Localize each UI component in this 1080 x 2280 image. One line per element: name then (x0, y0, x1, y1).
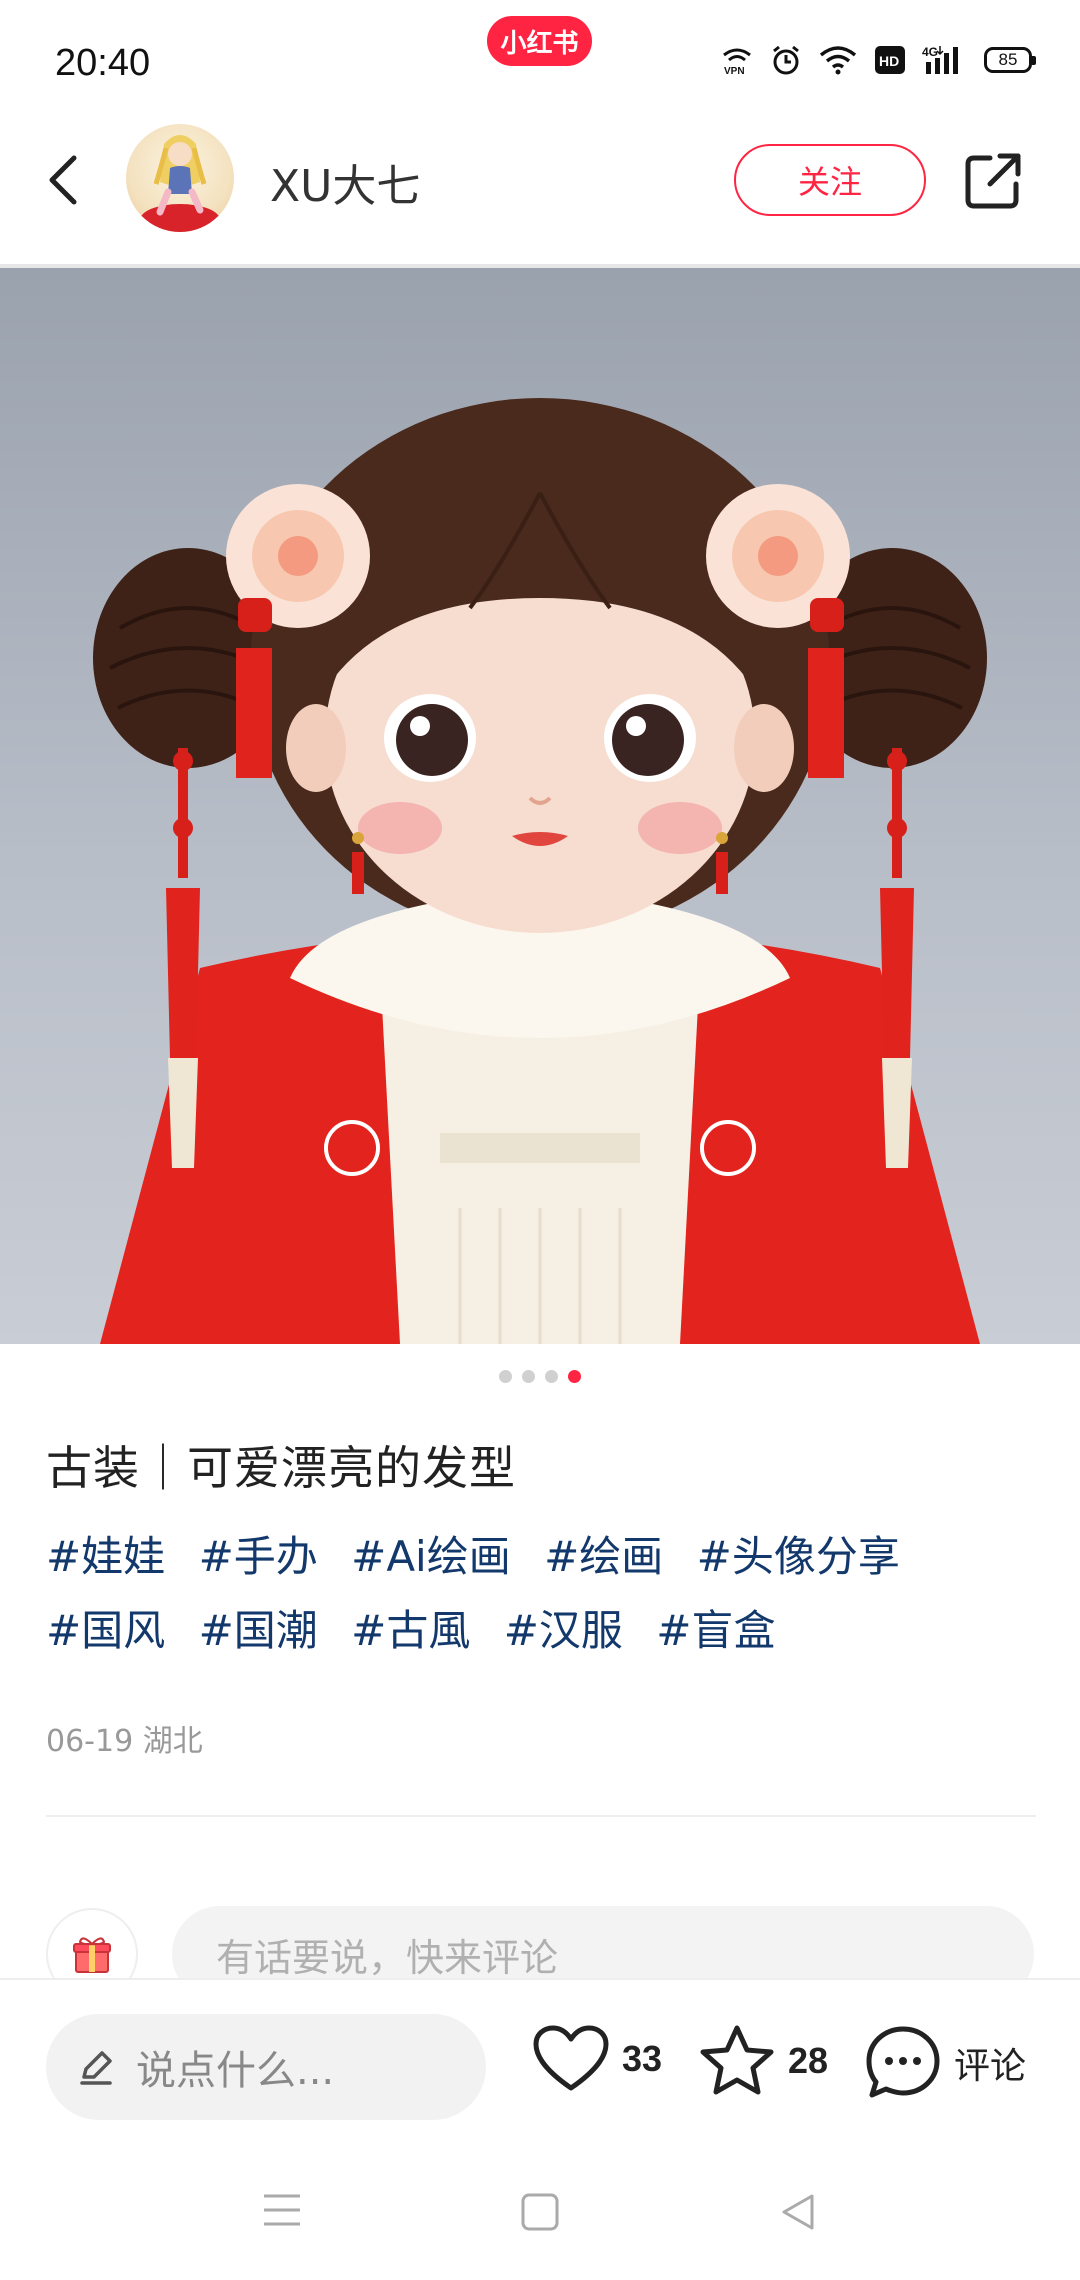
status-icons: VPN HD 4G 85 (720, 44, 1036, 76)
hashtag[interactable]: #盲盒 (656, 1606, 775, 1655)
heart-icon (533, 2025, 609, 2091)
share-button[interactable] (962, 150, 1024, 212)
author-name[interactable]: XU大七 (270, 150, 420, 214)
carousel-indicator (0, 1370, 1080, 1383)
hashtag[interactable]: #娃娃 (46, 1532, 165, 1581)
hashtag[interactable]: #绘画 (544, 1532, 663, 1581)
post-header: XU大七 关注 (0, 120, 1080, 265)
star-icon (700, 2025, 774, 2095)
carousel-dot (522, 1370, 535, 1383)
comment-button[interactable]: 评论 (864, 2024, 1026, 2102)
home-nav-button[interactable] (520, 2192, 560, 2236)
status-bar: 20:40 小红书 VPN HD 4G 85 (0, 0, 1080, 130)
follow-button[interactable]: 关注 (734, 144, 926, 216)
back-button[interactable] (40, 150, 90, 210)
post-title: 古装｜可爱漂亮的发型 (46, 1441, 516, 1495)
hashtag[interactable]: #国潮 (199, 1606, 318, 1655)
hashtag[interactable]: #国风 (46, 1606, 165, 1655)
menu-icon (264, 2194, 300, 2226)
hashtag[interactable]: #头像分享 (697, 1532, 900, 1581)
svg-text:4G: 4G (922, 45, 938, 59)
chevron-left-icon (49, 155, 77, 205)
collect-button[interactable]: 28 (698, 2024, 828, 2098)
like-button[interactable]: 33 (532, 2024, 662, 2094)
wifi-icon (818, 45, 858, 75)
post-image[interactable] (0, 268, 1080, 1344)
hashtag[interactable]: #手办 (199, 1532, 318, 1581)
bottom-action-bar: 说点什么... 33 28 评论 (0, 1978, 1080, 2130)
app-badge: 小红书 (487, 16, 592, 66)
hashtag[interactable]: #Ai绘画 (351, 1532, 511, 1581)
svg-text:HD: HD (879, 53, 899, 69)
content-divider (46, 1815, 1036, 1817)
back-triangle-icon (782, 2194, 814, 2230)
comment-bubble-icon (866, 2026, 940, 2098)
home-square-icon (521, 2193, 559, 2231)
post-date-location: 06-19 湖北 (46, 1724, 203, 1759)
comment-label: 评论 (954, 2046, 1027, 2087)
hashtag[interactable]: #古風 (351, 1606, 470, 1655)
system-nav-bar (0, 2140, 1080, 2280)
pencil-icon (80, 2051, 112, 2085)
like-count: 33 (622, 2038, 663, 2079)
alarm-icon (770, 44, 802, 76)
menu-nav-button[interactable] (262, 2192, 302, 2232)
4g-signal-icon: 4G (922, 44, 968, 76)
carousel-dot (499, 1370, 512, 1383)
author-avatar[interactable] (126, 124, 234, 232)
svg-text:VPN: VPN (724, 66, 745, 75)
gift-icon (73, 1937, 111, 1973)
collect-count: 28 (788, 2040, 829, 2081)
battery-icon: 85 (984, 47, 1036, 73)
status-time: 20:40 (55, 42, 151, 84)
vpn-icon: VPN (720, 45, 754, 75)
say-something-input[interactable]: 说点什么... (46, 2014, 486, 2120)
carousel-dot-active (568, 1370, 581, 1383)
hd-icon: HD (874, 45, 906, 75)
say-something-placeholder: 说点什么... (136, 2048, 335, 2094)
carousel-dot (545, 1370, 558, 1383)
back-nav-button[interactable] (778, 2192, 818, 2236)
share-icon (965, 153, 1021, 209)
hashtag[interactable]: #汉服 (504, 1606, 623, 1655)
post-tags: #娃娃 #手办 #Ai绘画 #绘画 #头像分享 #国风 #国潮 #古風 #汉服 … (46, 1520, 1036, 1668)
